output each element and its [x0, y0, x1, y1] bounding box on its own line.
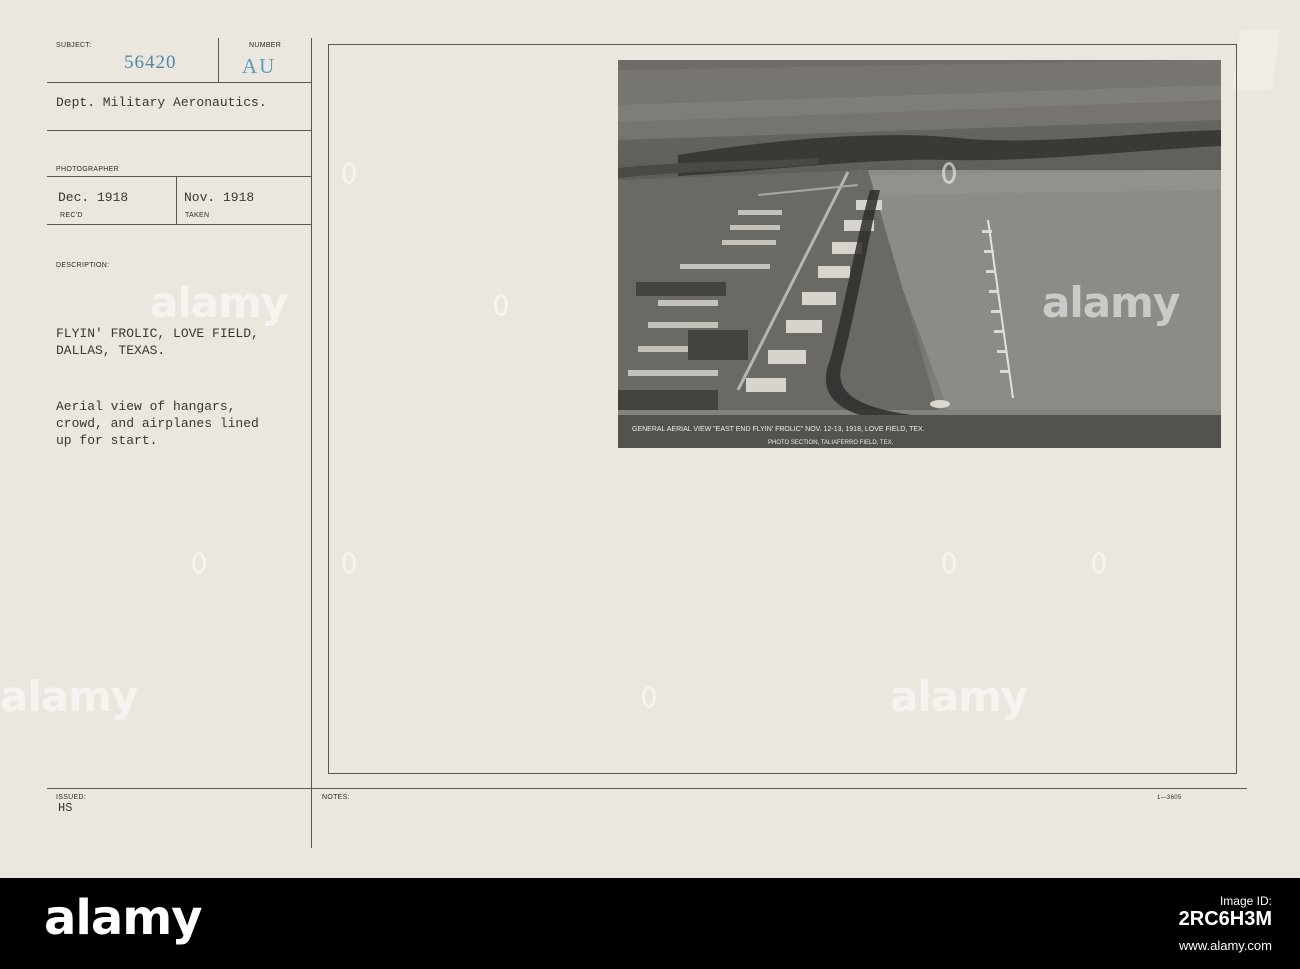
image-id-label: Image ID: [1219, 894, 1272, 908]
description-line-3: up for start. [56, 433, 158, 448]
watermark-2: alamy [1042, 278, 1180, 327]
watermark-dot-8 [192, 552, 206, 574]
photo-caption-line-2: PHOTO SECTION, TALIAFERRO FIELD, TEX. [768, 440, 894, 446]
subject-label: SUBJECT: [56, 42, 92, 49]
photo-frame-right [1236, 44, 1237, 774]
description-label: DESCRIPTION: [56, 262, 110, 269]
title-line-1: FLYIN' FROLIC, LOVE FIELD, [56, 326, 259, 341]
card-corner-fold [1231, 30, 1281, 90]
watermark-1: alamy [150, 278, 288, 327]
received-date: Dec. 1918 [58, 190, 129, 205]
form-number: 1—3605 [1157, 795, 1182, 801]
photo-frame-bottom [328, 773, 1237, 774]
card-divider-dates [176, 176, 177, 224]
received-label: REC'D [60, 212, 83, 219]
card-divider-subject [218, 38, 219, 82]
site-link[interactable]: www.alamy.com [1179, 938, 1272, 953]
alamy-logo[interactable]: alamy [44, 890, 203, 946]
watermark-dot-7 [1092, 552, 1106, 574]
taken-date: Nov. 1918 [184, 190, 255, 205]
description-line-1: Aerial view of hangars, [56, 399, 236, 414]
issued-label: ISSUED: [56, 794, 87, 801]
aerial-photograph: GENERAL AERIAL VIEW "EAST END FLYIN' FRO… [618, 60, 1221, 448]
photo-frame-left [328, 44, 329, 774]
subject-number: 56420 [124, 52, 177, 73]
watermark-dot-4 [342, 552, 356, 574]
title-line-2: DALLAS, TEXAS. [56, 343, 166, 358]
card-rule-dates [47, 224, 311, 225]
photo-caption-line-1: GENERAL AERIAL VIEW "EAST END FLYIN' FRO… [632, 426, 925, 433]
card-rule-photographer [47, 176, 311, 177]
description-line-2: crowd, and airplanes lined [56, 416, 259, 431]
stage: SUBJECT: 56420 NUMBER AU Dept. Military … [0, 0, 1300, 969]
aerial-photo-drawing: GENERAL AERIAL VIEW "EAST END FLYIN' FRO… [618, 60, 1221, 448]
photo-frame-top [328, 44, 1237, 45]
issued-value: HS [58, 801, 73, 815]
card-rule-subject [47, 82, 311, 83]
watermark-3: alamy [0, 672, 138, 721]
notes-label: NOTES: [322, 794, 350, 801]
image-id-block: Image ID: 2RC6H3M [1179, 894, 1272, 931]
watermark-dot-3 [494, 294, 508, 316]
number-label: NUMBER [249, 42, 282, 49]
photographer-label: PHOTOGRAPHER [56, 166, 119, 173]
number-value: AU [242, 54, 277, 78]
watermark-dot-2 [942, 162, 956, 184]
card-rule-issued [47, 788, 1247, 789]
department: Dept. Military Aeronautics. [56, 95, 267, 110]
watermark-dot-5 [942, 552, 956, 574]
image-id: 2RC6H3M [1178, 908, 1272, 930]
taken-label: TAKEN [185, 212, 210, 219]
card-rule-department [47, 130, 311, 131]
card-divider-left [311, 38, 312, 848]
watermark-dot-6 [642, 686, 656, 708]
watermark-4: alamy [890, 672, 1028, 721]
record-card: SUBJECT: 56420 NUMBER AU Dept. Military … [0, 0, 1300, 878]
watermark-dot-1 [342, 162, 356, 184]
